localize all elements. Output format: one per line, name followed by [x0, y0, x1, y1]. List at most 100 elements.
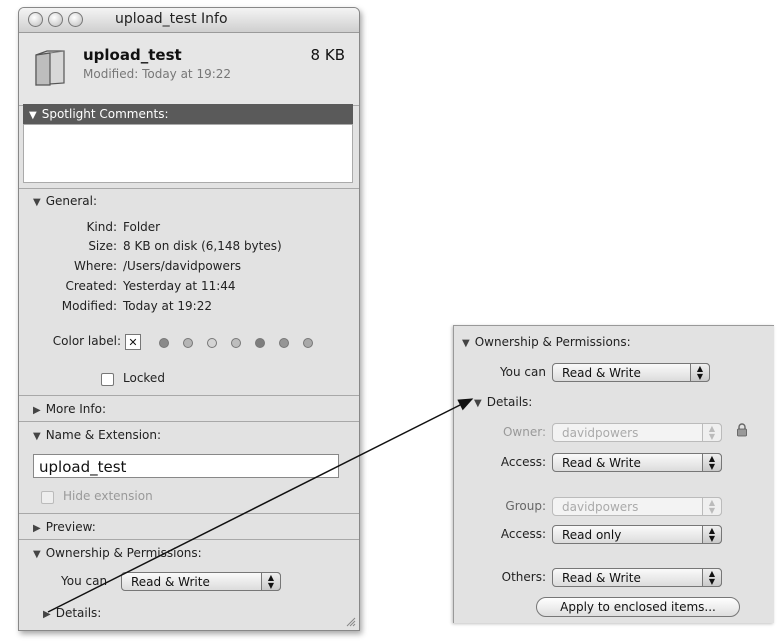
disclosure-open-icon: ▼ — [29, 110, 37, 121]
disclosure-closed-icon: ▶ — [33, 523, 41, 534]
folder-icon — [35, 50, 65, 86]
name-extension-header[interactable]: ▼ Name & Extension: — [33, 428, 161, 442]
hide-extension-checkbox[interactable] — [41, 491, 54, 504]
divider — [19, 539, 359, 540]
color-label-none[interactable]: ✕ — [125, 334, 141, 350]
others-access-popup[interactable]: Read & Write ▲ ▼ — [552, 568, 722, 587]
disclosure-closed-icon: ▶ — [43, 609, 51, 620]
panel-you-can-value: Read & Write — [562, 366, 641, 380]
disclosure-open-icon: ▼ — [33, 197, 41, 208]
disclosure-closed-icon: ▶ — [33, 405, 41, 416]
size-label: Size: — [88, 239, 117, 253]
stepper-icon: ▲ ▼ — [702, 453, 722, 472]
disclosure-open-icon: ▼ — [474, 398, 482, 409]
owner-access-label: Access: — [500, 455, 546, 469]
file-name: upload_test — [83, 46, 182, 64]
stepper-icon: ▲ ▼ — [702, 525, 722, 544]
ownership-header[interactable]: ▼ Ownership & Permissions: — [33, 546, 202, 560]
panel-details-header[interactable]: ▼ Details: — [474, 395, 532, 409]
stepper-icon: ▲ ▼ — [261, 572, 281, 591]
window-title: upload_test Info — [115, 11, 228, 27]
group-access-popup[interactable]: Read only ▲ ▼ — [552, 525, 722, 544]
name-extension-heading: Name & Extension: — [45, 428, 162, 442]
disclosure-open-icon: ▼ — [33, 549, 41, 560]
modified-value: Today at 19:22 — [123, 299, 212, 313]
resize-grip-icon[interactable] — [344, 615, 356, 627]
color-label-swatch[interactable] — [255, 338, 265, 348]
stepper-icon: ▲ ▼ — [690, 363, 710, 382]
created-value: Yesterday at 11:44 — [123, 279, 236, 293]
you-can-value: Read & Write — [131, 575, 210, 589]
info-window: upload_test Info upload_test 8 KB Modifi… — [18, 7, 360, 631]
you-can-popup[interactable]: Read & Write ▲ ▼ — [121, 572, 281, 591]
name-field[interactable]: upload_test — [33, 454, 339, 478]
file-size: 8 KB — [310, 46, 345, 64]
others-access-value: Read & Write — [562, 571, 641, 585]
group-value: davidpowers — [562, 500, 639, 514]
panel-you-can-label: You can — [499, 365, 546, 379]
details-header[interactable]: ▶ Details: — [33, 606, 101, 620]
zoom-button[interactable] — [68, 12, 83, 27]
more-info-heading: More Info: — [45, 402, 107, 416]
group-access-label: Access: — [500, 527, 546, 541]
kind-value: Folder — [123, 220, 161, 234]
close-button[interactable] — [28, 12, 43, 27]
group-access-value: Read only — [562, 528, 622, 542]
disclosure-open-icon: ▼ — [462, 338, 470, 349]
modified-label: Modified: — [61, 299, 117, 313]
color-label-label: Color label: — [52, 334, 121, 348]
ownership-heading: Ownership & Permissions: — [45, 546, 202, 560]
file-header: upload_test 8 KB Modified: Today at 19:2… — [19, 33, 359, 106]
group-label: Group: — [505, 499, 546, 513]
where-value: /Users/davidpowers — [123, 259, 242, 273]
divider — [19, 395, 359, 396]
panel-ownership-header[interactable]: ▼ Ownership & Permissions: — [462, 335, 631, 349]
lock-icon[interactable] — [736, 423, 748, 437]
permissions-detail-panel: ▼ Ownership & Permissions: You can Read &… — [453, 325, 774, 623]
divider — [19, 513, 359, 514]
locked-label: Locked — [123, 371, 165, 385]
locked-checkbox[interactable] — [101, 373, 114, 386]
disclosure-open-icon: ▼ — [33, 431, 41, 442]
panel-you-can-popup[interactable]: Read & Write ▲ ▼ — [552, 363, 710, 382]
panel-ownership-heading: Ownership & Permissions: — [474, 335, 631, 349]
panel-details-heading: Details: — [486, 395, 533, 409]
color-label-swatch[interactable] — [303, 338, 313, 348]
details-heading: Details: — [55, 606, 102, 620]
divider — [19, 188, 359, 189]
owner-access-popup[interactable]: Read & Write ▲ ▼ — [552, 453, 722, 472]
divider — [19, 421, 359, 422]
hide-extension-label: Hide extension — [63, 489, 153, 503]
preview-header[interactable]: ▶ Preview: — [33, 520, 96, 534]
owner-value: davidpowers — [562, 426, 639, 440]
color-label-swatch[interactable] — [207, 338, 217, 348]
file-modified: Modified: Today at 19:22 — [83, 67, 232, 81]
size-value: 8 KB on disk (6,148 bytes) — [123, 239, 282, 253]
you-can-label: You can — [61, 574, 108, 588]
color-label-swatch[interactable] — [159, 338, 169, 348]
apply-to-enclosed-button[interactable]: Apply to enclosed items... — [536, 597, 740, 617]
general-heading: General: — [45, 194, 98, 208]
preview-heading: Preview: — [45, 520, 96, 534]
color-label-swatch[interactable] — [231, 338, 241, 348]
created-label: Created: — [65, 279, 117, 293]
owner-label: Owner: — [502, 425, 546, 439]
spotlight-comments-header[interactable]: ▼ Spotlight Comments: — [23, 104, 353, 124]
more-info-header[interactable]: ▶ More Info: — [33, 402, 106, 416]
where-label: Where: — [74, 259, 117, 273]
spotlight-comments-field[interactable] — [23, 124, 353, 183]
color-label-swatch[interactable] — [279, 338, 289, 348]
kind-label: Kind: — [86, 220, 117, 234]
minimize-button[interactable] — [48, 12, 63, 27]
spotlight-heading: Spotlight Comments: — [41, 107, 169, 121]
others-label: Others: — [501, 570, 546, 584]
title-bar[interactable]: upload_test Info — [19, 8, 359, 33]
stepper-icon: ▲ ▼ — [702, 568, 722, 587]
color-label-swatch[interactable] — [183, 338, 193, 348]
general-header[interactable]: ▼ General: — [33, 194, 97, 208]
owner-access-value: Read & Write — [562, 456, 641, 470]
stepper-icon: ▲ ▼ — [702, 497, 722, 516]
stepper-icon: ▲ ▼ — [702, 423, 722, 442]
group-popup[interactable]: davidpowers ▲ ▼ — [552, 497, 722, 516]
owner-popup[interactable]: davidpowers ▲ ▼ — [552, 423, 722, 442]
